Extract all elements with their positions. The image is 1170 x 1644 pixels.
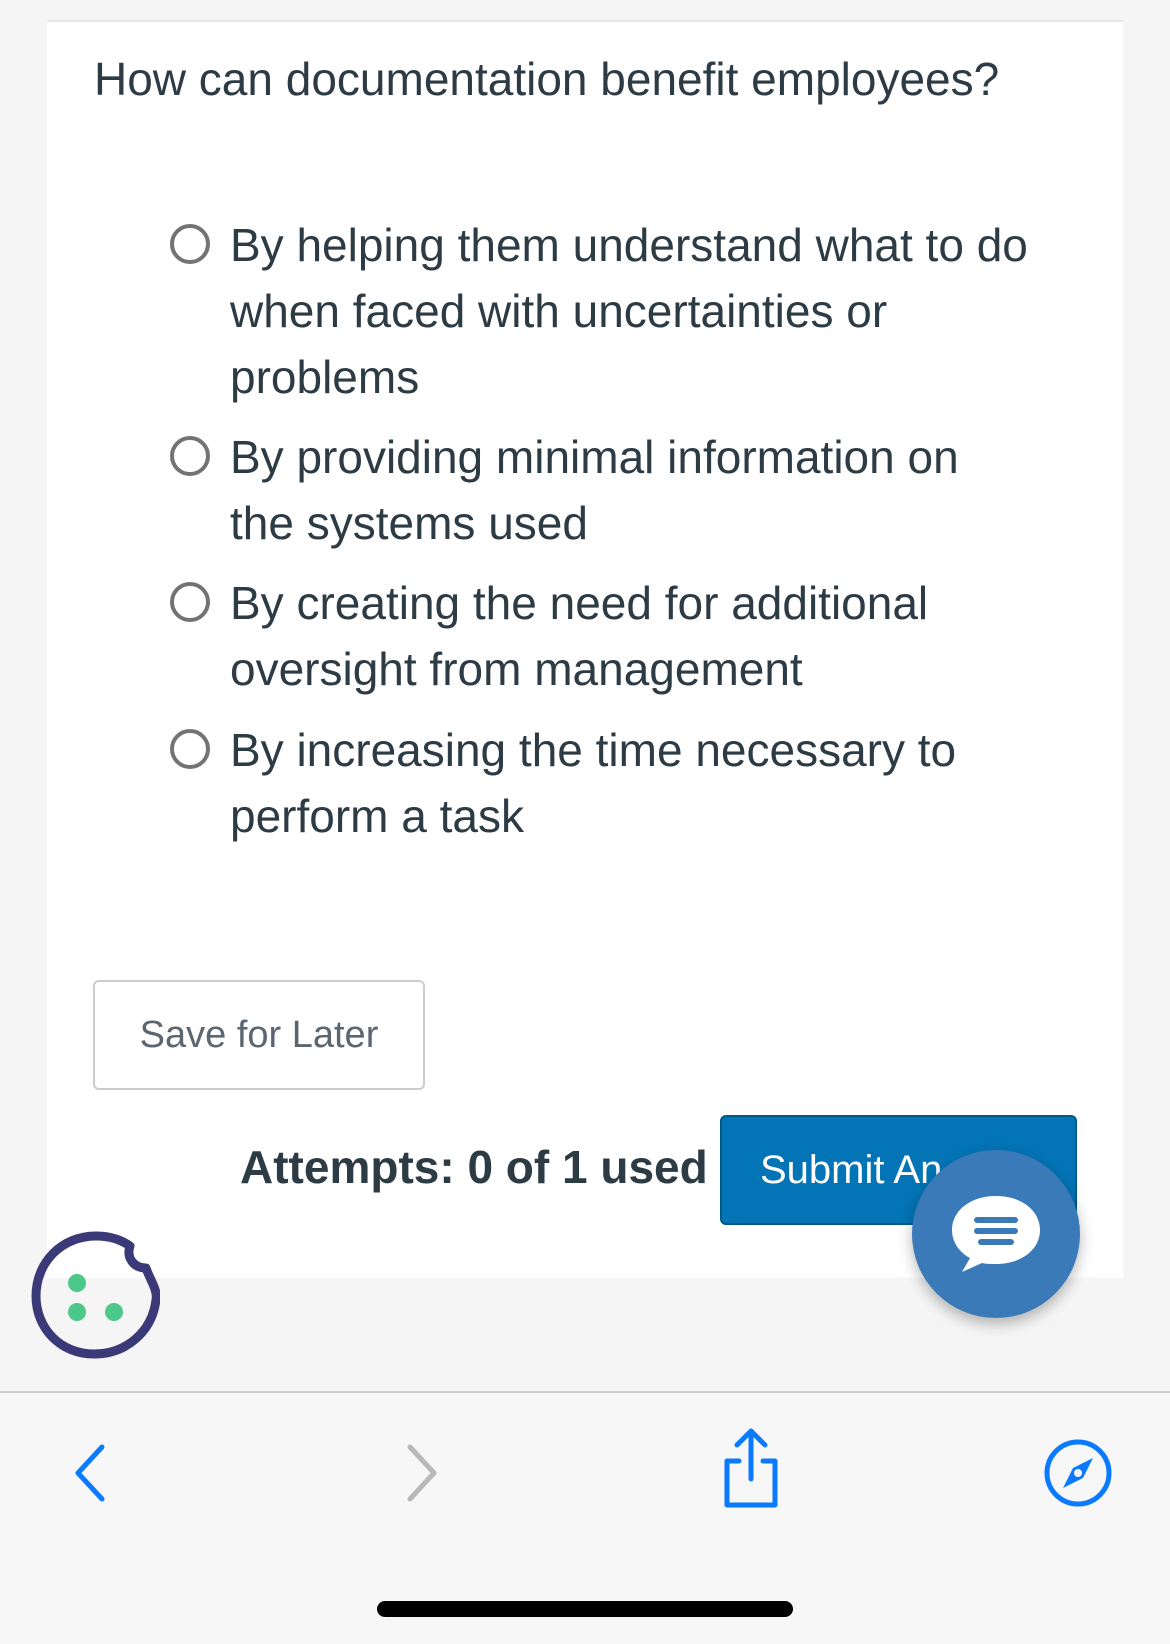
attempts-counter: Attempts: 0 of 1 used — [240, 1141, 708, 1193]
chevron-left-icon — [75, 1444, 105, 1502]
back-button[interactable] — [60, 1433, 120, 1513]
answer-option-label: By increasing the time necessary to perf… — [230, 724, 957, 842]
radio-button[interactable] — [170, 729, 210, 769]
answer-option-3[interactable]: By creating the need for additional over… — [170, 570, 1030, 702]
save-for-later-button[interactable]: Save for Later — [93, 980, 425, 1090]
chat-bubble-icon — [952, 1196, 1040, 1272]
chevron-right-icon — [407, 1444, 437, 1502]
answer-option-4[interactable]: By increasing the time necessary to perf… — [170, 717, 1030, 849]
radio-button[interactable] — [170, 582, 210, 622]
answer-option-label: By creating the need for additional over… — [230, 577, 929, 695]
radio-button[interactable] — [170, 436, 210, 476]
forward-button[interactable] — [392, 1433, 452, 1513]
share-icon — [724, 1428, 778, 1508]
radio-button[interactable] — [170, 224, 210, 264]
share-button[interactable] — [713, 1421, 789, 1517]
answer-option-1[interactable]: By helping them understand what to do wh… — [170, 212, 1030, 410]
answer-option-label: By helping them understand what to do wh… — [230, 219, 1028, 403]
cookie-icon[interactable] — [30, 1230, 160, 1360]
compass-icon — [1044, 1439, 1112, 1507]
open-in-browser-button[interactable] — [1040, 1435, 1116, 1511]
answer-option-2[interactable]: By providing minimal information on the … — [170, 424, 1030, 556]
answer-option-label: By providing minimal information on the … — [230, 431, 959, 549]
question-text: How can documentation benefit employees? — [94, 53, 1000, 105]
chat-button[interactable] — [912, 1150, 1080, 1318]
home-indicator — [377, 1601, 793, 1617]
